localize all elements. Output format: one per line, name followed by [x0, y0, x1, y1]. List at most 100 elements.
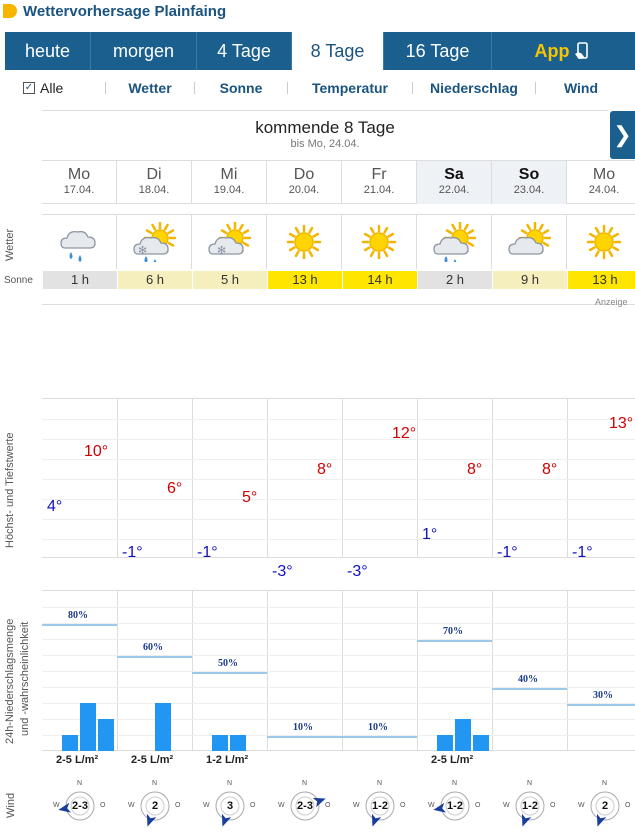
- day-date: 23.04.: [513, 184, 545, 196]
- wind-compass: NWO3: [203, 780, 255, 828]
- day-header-row: Mo 17.04. Di 18.04. Mi 19.04. Do 20.04. Fr 21.04.…: [42, 160, 635, 204]
- precip-probability-label: 30%: [593, 690, 613, 701]
- svg-text:✻: ✻: [217, 244, 226, 257]
- ad-label: Anzeige: [595, 297, 628, 307]
- tab-8-tage[interactable]: 8 Tage: [292, 32, 384, 70]
- temperature-chart: 10° 4° 6° -1° 5° -1° 8° -3° 12° -3° 8° 1° 8° -1° 13° -1…: [42, 398, 635, 580]
- filter-sonne[interactable]: Sonne: [195, 80, 287, 96]
- weather-cell: [417, 215, 492, 269]
- precip-probability-line: [492, 688, 567, 690]
- tab-heute[interactable]: heute: [5, 32, 91, 70]
- tab-4-tage[interactable]: 4 Tage: [197, 32, 292, 70]
- sun-cloud-icon: [508, 222, 551, 255]
- wind-compass: N W O 2-3: [53, 780, 105, 828]
- grid-line: [42, 419, 635, 420]
- wind-speed-value: 3: [226, 800, 234, 812]
- wind-speed-value: 2: [151, 800, 159, 812]
- day-date: 17.04.: [63, 184, 95, 196]
- precip-amount: 2-5 L/m²: [131, 754, 174, 766]
- day-name: Mi: [220, 166, 238, 183]
- day-name: Do: [293, 166, 315, 183]
- precip-axis-label-wrap: 24h-Niederschlagsmenge und -wahrscheinli…: [2, 598, 32, 748]
- grid-line: [42, 539, 635, 540]
- grid-line: [342, 399, 343, 557]
- temp-min-value: -1°: [197, 544, 218, 561]
- temp-max-value: 10°: [84, 443, 109, 460]
- sun-hours-cell: 13 h: [568, 271, 635, 289]
- grid-line: [192, 399, 193, 557]
- temp-axis-label: Höchst- und Tiefstwerte: [4, 432, 16, 548]
- page-header: Wettervorhersage Plainfaing: [0, 0, 635, 26]
- grid-line: [492, 399, 493, 557]
- wind-speed-value: 2-3: [297, 800, 313, 812]
- precip-bar: [80, 703, 96, 751]
- precip-bar: [473, 735, 489, 751]
- weather-icon-row: ✻ ✻: [42, 214, 635, 269]
- grid-line: [42, 439, 635, 440]
- temp-min-value: -1°: [572, 544, 593, 561]
- day-name: Mo: [67, 166, 91, 183]
- tab-app[interactable]: App: [492, 32, 635, 70]
- precip-bar: [155, 703, 171, 751]
- grid-line: [42, 459, 635, 460]
- period-heading: kommende 8 Tage bis Mo, 24.04.: [42, 110, 608, 156]
- filter-all-checkbox[interactable]: ✓ Alle: [23, 80, 105, 96]
- grid-line: [42, 703, 635, 704]
- day-column-header: Mo 17.04.: [42, 161, 117, 204]
- grid-line: [42, 519, 635, 520]
- sun-cloud-rain-snow-icon: ✻: [133, 222, 176, 262]
- day-name: Di: [146, 166, 162, 183]
- temp-max-value: 13°: [609, 415, 634, 432]
- precip-probability-label: 80%: [68, 610, 88, 621]
- sun-row-label: Sonne: [4, 275, 33, 286]
- day-column-header: Mi 19.04.: [192, 161, 267, 204]
- grid-line: [42, 623, 635, 624]
- filter-all-label: Alle: [40, 80, 64, 96]
- phone-hand-icon: [574, 42, 588, 59]
- period-title: kommende 8 Tage: [255, 118, 395, 137]
- temp-max-value: 12°: [392, 425, 417, 442]
- sun-cloud-snow-icon: ✻: [208, 222, 251, 257]
- sun-hours-cell: 5 h: [193, 271, 267, 289]
- grid-line: [42, 639, 635, 640]
- precip-probability-line: [567, 704, 635, 706]
- temp-min-value: 4°: [47, 498, 63, 515]
- weather-cell: [267, 215, 342, 269]
- day-date: 22.04.: [438, 184, 470, 196]
- precip-probability-line: [117, 656, 192, 658]
- filter-niederschlag[interactable]: Niederschlag: [413, 80, 535, 96]
- grid-line: [42, 479, 635, 480]
- day-date: 20.04.: [288, 184, 320, 196]
- precip-bar: [98, 719, 114, 751]
- wind-speed-value: 1-2: [522, 800, 538, 812]
- day-date: 24.04.: [588, 184, 620, 196]
- wind-row: N W O 2-3 N W O 2 N W O 3 N W O 2-3 N W O 1-2 N W O 1-2 N W O 1-2 N W…: [42, 778, 635, 833]
- grid-line: [42, 719, 635, 720]
- filter-wetter[interactable]: Wetter: [106, 80, 194, 96]
- precip-probability-label: 50%: [218, 658, 238, 669]
- filter-wind[interactable]: Wind: [536, 80, 626, 96]
- day-name: So: [518, 166, 540, 183]
- wind-compass: NWO2: [578, 780, 630, 828]
- logo-icon: [3, 4, 17, 18]
- weather-cell: ✻: [117, 215, 192, 269]
- tab-16-tage[interactable]: 16 Tage: [384, 32, 492, 70]
- sun-hours-cell: 9 h: [493, 271, 567, 289]
- temp-max-value: 8°: [542, 461, 558, 478]
- filter-temperatur[interactable]: Temperatur: [288, 80, 412, 96]
- wind-compass: N W O 1-2: [353, 780, 405, 828]
- tab-morgen[interactable]: morgen: [91, 32, 197, 70]
- temp-max-value: 5°: [242, 489, 258, 506]
- precip-probability-line: [192, 672, 267, 674]
- precip-bar: [437, 735, 453, 751]
- page-title: Wettervorhersage Plainfaing: [23, 3, 227, 20]
- precip-bar: [212, 735, 228, 751]
- day-column-header: So 23.04.: [492, 161, 567, 204]
- sun-hours-cell: 6 h: [118, 271, 192, 289]
- grid-line: [567, 399, 568, 557]
- next-period-button[interactable]: ❯: [610, 111, 635, 159]
- temp-max-value: 8°: [467, 461, 483, 478]
- precip-probability-line: [267, 736, 342, 738]
- precip-amount-row: 2-5 L/m² 2-5 L/m² 1-2 L/m² 2-5 L/m²: [42, 752, 635, 770]
- temp-max-value: 6°: [167, 480, 183, 497]
